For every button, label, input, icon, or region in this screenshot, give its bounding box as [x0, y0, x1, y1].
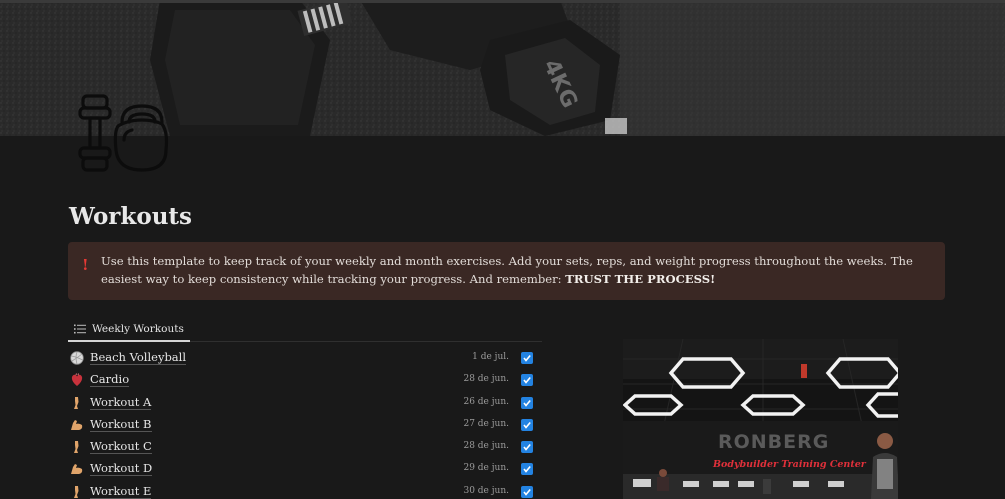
- done-checkbox[interactable]: [521, 352, 533, 364]
- flexed-biceps-icon: [71, 419, 83, 430]
- done-checkbox[interactable]: [521, 374, 533, 387]
- list-item[interactable]: Workout E 30 de jun.: [68, 481, 542, 499]
- done-checkbox[interactable]: [521, 441, 533, 454]
- done-checkbox[interactable]: [521, 418, 533, 431]
- volleyball-icon: [70, 351, 84, 365]
- workout-date: 1 de jul.: [472, 352, 509, 362]
- workout-date: 28 de jun.: [463, 441, 509, 452]
- list-item[interactable]: Workout C 28 de jun.: [68, 436, 542, 458]
- gym-photo[interactable]: RONBERG Bodybuilder Training Center: [623, 339, 898, 499]
- workout-name[interactable]: Cardio: [90, 372, 130, 388]
- callout-text: Use this template to keep track of your …: [101, 253, 931, 288]
- workout-list: Beach Volleyball 1 de jul. Cardio 28 de …: [68, 347, 542, 499]
- workout-name[interactable]: Workout E: [90, 484, 152, 499]
- list-icon: [74, 324, 86, 333]
- callout[interactable]: ! Use this template to keep track of you…: [68, 242, 945, 300]
- tab-label: Weekly Workouts: [92, 322, 184, 335]
- dumbbell-kettlebell-icon[interactable]: [74, 92, 170, 178]
- leg-icon: [74, 485, 79, 498]
- page-title[interactable]: Workouts: [69, 203, 192, 230]
- workout-name[interactable]: Workout B: [90, 417, 152, 432]
- workout-date: 26 de jun.: [463, 396, 509, 407]
- workout-date: 28 de jun.: [463, 374, 509, 385]
- done-checkbox[interactable]: [521, 463, 533, 476]
- list-item[interactable]: Workout D 29 de jun.: [68, 458, 542, 480]
- exclamation-icon: !: [82, 256, 89, 274]
- gym-neon-text: Bodybuilder Training Center: [712, 459, 867, 470]
- tab-weekly-workouts[interactable]: Weekly Workouts: [68, 317, 190, 342]
- workout-date: 29 de jun.: [463, 463, 509, 474]
- list-item[interactable]: Beach Volleyball 1 de jul.: [68, 347, 542, 369]
- list-item[interactable]: Workout A 26 de jun.: [68, 392, 542, 414]
- callout-text-bold: TRUST THE PROCESS!: [565, 271, 716, 286]
- leg-icon: [74, 396, 79, 409]
- workout-date: 30 de jun.: [463, 485, 509, 496]
- workout-name[interactable]: Beach Volleyball: [90, 350, 187, 365]
- gym-sign-text: RONBERG: [718, 431, 829, 453]
- list-item[interactable]: Cardio 28 de jun.: [68, 369, 542, 391]
- callout-text-main: Use this template to keep track of your …: [101, 254, 913, 286]
- leg-icon: [74, 441, 79, 454]
- workout-name[interactable]: Workout A: [90, 395, 152, 410]
- done-checkbox[interactable]: [521, 485, 533, 498]
- workout-name[interactable]: Workout D: [90, 461, 153, 477]
- list-item[interactable]: Workout B 27 de jun.: [68, 414, 542, 436]
- workout-date: 27 de jun.: [463, 418, 509, 429]
- view-tabs: Weekly Workouts: [68, 317, 542, 342]
- heart-icon: [71, 373, 83, 387]
- workout-name[interactable]: Workout C: [90, 439, 152, 455]
- done-checkbox[interactable]: [521, 396, 533, 409]
- flexed-biceps-icon: [71, 464, 83, 475]
